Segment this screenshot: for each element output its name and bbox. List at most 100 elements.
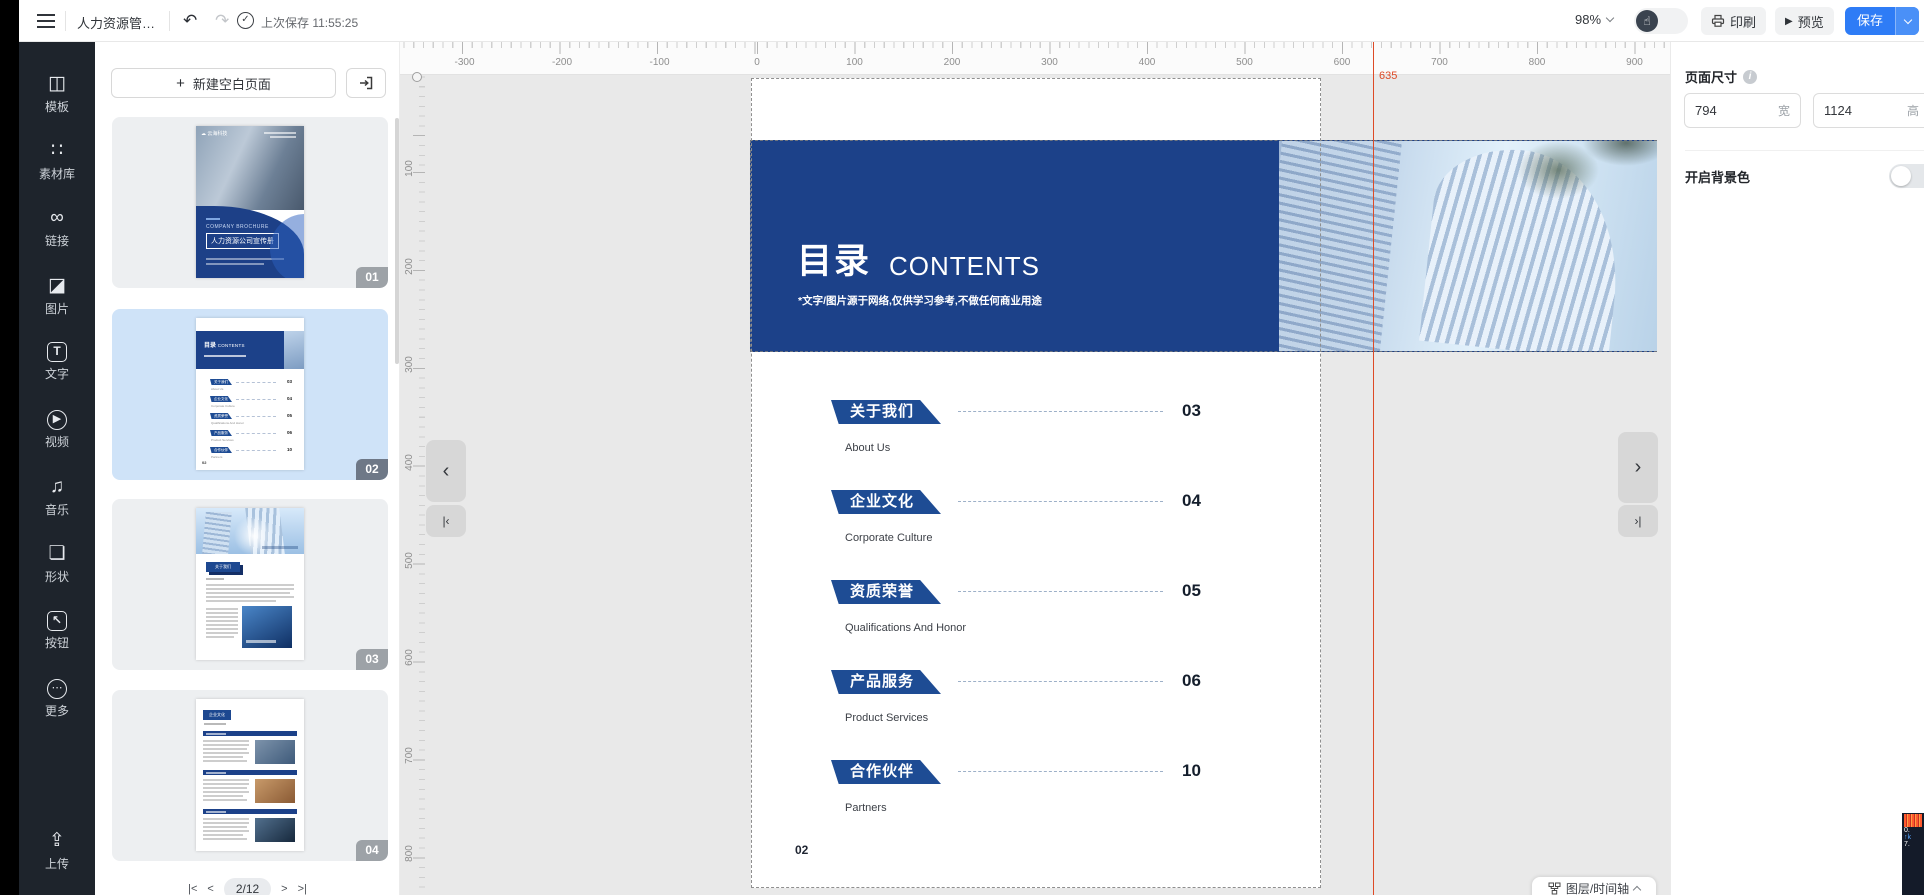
ruler-label: 800	[404, 845, 415, 862]
toc-row[interactable]: 合作伙伴 10 Partners	[831, 760, 1203, 814]
ruler-label: 900	[1626, 57, 1643, 68]
toc-dotted-line	[958, 771, 1163, 772]
logo-text: ☁ 云海科技	[201, 130, 227, 137]
print-button[interactable]: 印刷	[1701, 7, 1766, 35]
new-blank-page-button[interactable]: + 新建空白页面	[111, 68, 336, 98]
width-field-wrap: 宽	[1684, 93, 1801, 128]
toc-dotted-line	[958, 501, 1163, 502]
sidebar-item-label: 链接	[19, 232, 95, 249]
thumbnail-preview: ☁ 云海科技 COMPANY BROCHURE 人力资源公司宣传册	[196, 126, 304, 278]
sidebar-item-video[interactable]: ▶ 视频	[19, 409, 95, 450]
preview-button-label: 预览	[1798, 12, 1824, 31]
document-title[interactable]: 人力资源管理...	[77, 13, 157, 32]
toc-row[interactable]: 资质荣誉 05 Qualifications And Honor	[831, 580, 1203, 634]
page-thumbnail-04[interactable]: 企业文化	[112, 690, 388, 861]
sidebar-item-label: 更多	[19, 702, 95, 719]
page-size-title: 页面尺寸	[1685, 67, 1737, 86]
banner-title-zh: 目录	[797, 233, 871, 284]
toc-row[interactable]: 产品服务 06 Product Services	[831, 670, 1203, 724]
toc-row[interactable]: 关于我们 03 About Us	[831, 400, 1203, 454]
music-icon: ♫	[50, 476, 64, 498]
sidebar-item-label: 形状	[19, 568, 95, 585]
import-pages-button[interactable]	[346, 68, 386, 98]
ruler-origin-button[interactable]	[412, 72, 422, 82]
ruler-label: -300	[454, 57, 474, 68]
bg-color-toggle-label: 开启背景色	[1685, 167, 1750, 186]
prev-page-nav-button[interactable]: ‹	[426, 440, 466, 502]
first-page-nav-button[interactable]: |‹	[426, 505, 466, 537]
building-photo	[196, 508, 304, 554]
toc-row[interactable]: 企业文化 04 Corporate Culture	[831, 490, 1203, 544]
panel-scrollbar[interactable]	[395, 118, 399, 364]
last-page-button[interactable]: >|	[298, 883, 307, 895]
sidebar-item-templates[interactable]: ◫ 模板	[19, 73, 95, 115]
info-icon[interactable]: i	[1743, 70, 1757, 84]
toc-title-en: Partners	[845, 802, 887, 814]
save-button[interactable]: 保存	[1845, 7, 1895, 35]
prev-page-button[interactable]: <	[207, 883, 213, 895]
document-page[interactable]: 目录 CONTENTS *文字/图片源于网络,仅供学习参考,不做任何商业用途 关…	[751, 78, 1321, 888]
save-dropdown-caret[interactable]	[1895, 7, 1919, 35]
divider	[1685, 150, 1924, 151]
sidebar-item-label: 文字	[19, 365, 95, 382]
page-thumbnail-03[interactable]: 关于我们 03	[112, 499, 388, 670]
page-thumbnail-01[interactable]: ☁ 云海科技 COMPANY BROCHURE 人力资源公司宣传册 01	[112, 117, 388, 288]
guide-position-label: 635	[1379, 70, 1397, 82]
sidebar-item-link[interactable]: ∞ 链接	[19, 207, 95, 249]
save-split-button[interactable]: 保存	[1845, 7, 1919, 35]
last-page-nav-button[interactable]: ›|	[1618, 505, 1658, 537]
page-height-input[interactable]	[1824, 103, 1903, 118]
ruler-label: 100	[404, 160, 415, 177]
sidebar-item-label: 图片	[19, 300, 95, 317]
toc-flag-shape: 合作伙伴	[831, 760, 941, 784]
page-thumbnail-02[interactable]: 目录 CONTENTS 关于我们 03 About Us	[112, 309, 388, 480]
button-icon: ↖	[47, 611, 67, 631]
layers-icon	[1548, 882, 1561, 895]
sidebar-item-button[interactable]: ↖ 按钮	[19, 611, 95, 651]
next-page-button[interactable]: >	[281, 883, 287, 895]
sidebar-item-upload[interactable]: ⇪ 上传	[19, 830, 95, 872]
mini-toc-row: 关于我们 03 About Us	[210, 379, 292, 396]
height-field-wrap: 高	[1813, 93, 1924, 128]
sidebar-item-image[interactable]: ◪ 图片	[19, 275, 95, 317]
height-suffix: 高	[1907, 102, 1919, 119]
sidebar-item-shapes[interactable]: ❏ 形状	[19, 543, 95, 585]
sidebar-item-music[interactable]: ♫ 音乐	[19, 476, 95, 518]
vertical-ruler: 100200300400500600700800	[400, 75, 425, 895]
toc-list: 关于我们 03 About Us 企业文化 04 Corporate Cultu…	[831, 400, 1203, 850]
print-button-label: 印刷	[1730, 12, 1756, 31]
play-icon: ▶	[1785, 16, 1793, 27]
pages-panel: + 新建空白页面 ☁ 云海科技 COMPANY BROCHURE 人力资源公司宣…	[95, 42, 400, 895]
touch-mode-toggle[interactable]: ☝	[1634, 8, 1688, 34]
next-page-nav-button[interactable]: ›	[1618, 432, 1658, 503]
sidebar-item-label: 模板	[19, 98, 95, 115]
toc-page-number: 10	[1182, 761, 1201, 781]
assets-icon: ∷	[51, 140, 63, 162]
hamburger-menu-icon[interactable]	[37, 14, 55, 28]
sidebar-item-label: 音乐	[19, 501, 95, 518]
layers-timeline-button[interactable]: 图层/时间轴	[1532, 877, 1656, 895]
undo-icon[interactable]: ↶	[183, 9, 197, 33]
toc-dotted-line	[958, 591, 1163, 592]
new-page-label: 新建空白页面	[193, 74, 271, 93]
page-width-input[interactable]	[1695, 103, 1774, 118]
first-page-button[interactable]: |<	[188, 883, 197, 895]
sidebar-item-text[interactable]: T 文字	[19, 342, 95, 382]
horizontal-ruler: -300-200-1000100200300400500600700800900	[400, 42, 1670, 75]
sidebar-item-assets[interactable]: ∷ 素材库	[19, 140, 95, 182]
sidebar-item-more[interactable]: ⋯ 更多	[19, 678, 95, 719]
ruler-label: 200	[944, 57, 961, 68]
ruler-label: 200	[404, 258, 415, 275]
divider	[169, 11, 170, 31]
preview-button[interactable]: ▶ 预览	[1775, 7, 1834, 35]
toc-page-number: 04	[1182, 491, 1201, 511]
vertical-guide-line[interactable]	[1373, 42, 1374, 895]
bg-color-toggle[interactable]	[1889, 164, 1924, 188]
ruler-label: -100	[649, 57, 669, 68]
toc-flag-shape: 关于我们	[831, 400, 941, 424]
mini-toc-row: 企业文化 04 Corporate Culture	[210, 396, 292, 413]
toc-banner-element[interactable]: 目录 CONTENTS *文字/图片源于网络,仅供学习参考,不做任何商业用途	[750, 140, 1657, 352]
zoom-level-dropdown[interactable]: 98%	[1575, 12, 1613, 27]
redo-icon[interactable]: ↷	[215, 9, 229, 33]
top-toolbar: 人力资源管理... ↶ ↷ ✓ 上次保存 11:55:25 98% ☝ 印刷 ▶…	[19, 0, 1924, 42]
